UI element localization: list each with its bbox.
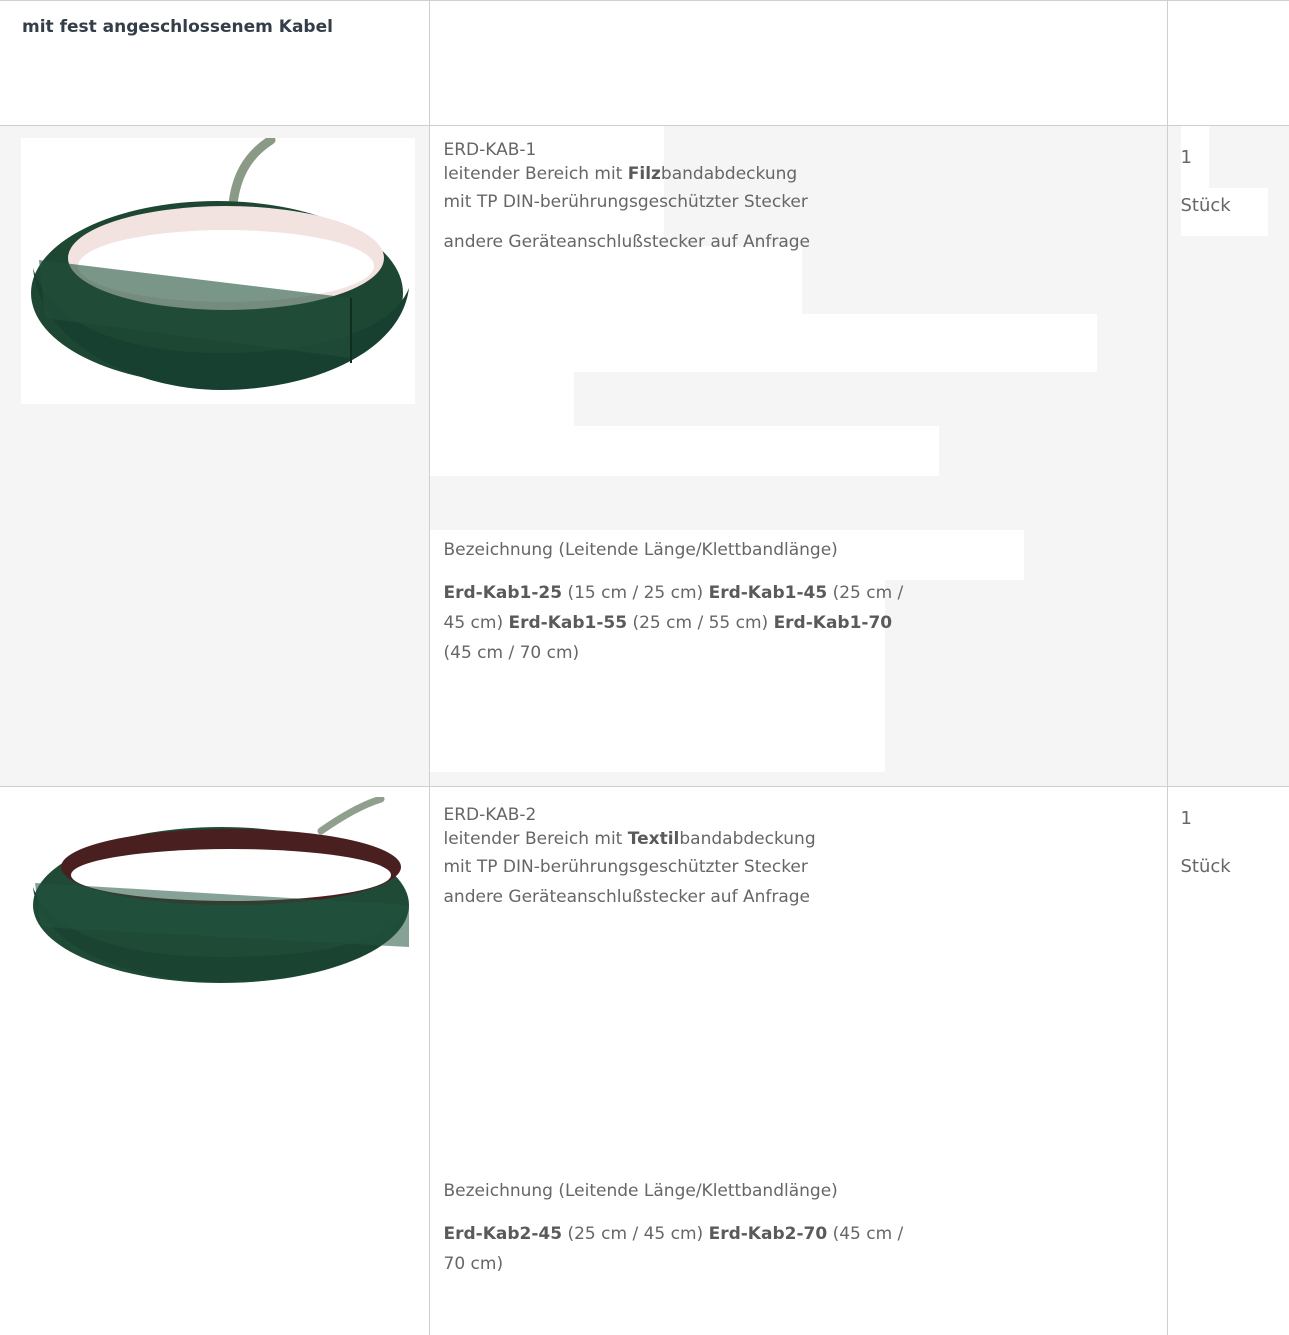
product-code: ERD-KAB-1 xyxy=(443,139,537,160)
product-table: mit fest angeschlossenem Kabel ERD-KAB-1… xyxy=(0,1,1289,1335)
quantity-number: 1 xyxy=(1180,807,1192,829)
variant-name: Erd-Kab1-70 xyxy=(773,612,893,633)
variant-dims: (45 cm / 70 cm) xyxy=(443,642,580,663)
product-code: ERD-KAB-2 xyxy=(443,804,537,825)
quantity-cell: 1 Stück xyxy=(1168,125,1289,236)
variant-dims: (15 cm / 25 cm) xyxy=(567,582,704,603)
textile-grounding-band-illustration xyxy=(33,796,409,983)
variant-list: Erd-Kab1-25 (15 cm / 25 cm) Erd-Kab1-45 … xyxy=(444,578,904,668)
variant-name: Erd-Kab2-45 xyxy=(443,1223,563,1244)
product-alt-connector-line: andere Geräteanschlußstecker auf Anfrage xyxy=(443,231,811,252)
product-description: ERD-KAB-1 leitender Bereich mit Filzband… xyxy=(429,125,1167,772)
product-coverage-line: leitender Bereich mit Textilbandabdeckun… xyxy=(443,828,816,849)
spec-heading: Bezeichnung (Leitende Länge/Klettbandlän… xyxy=(443,1180,838,1201)
product-coverage-line: leitender Bereich mit Filzbandabdeckung xyxy=(443,163,798,184)
variant-name: Erd-Kab2-70 xyxy=(708,1223,828,1244)
section-title: mit fest angeschlossenem Kabel xyxy=(22,17,333,37)
product-alt-connector-line: andere Geräteanschlußstecker auf Anfrage xyxy=(443,886,811,907)
variant-dims: (25 cm / 45 cm) xyxy=(567,1223,704,1244)
felt-grounding-band-illustration xyxy=(31,137,409,390)
quantity-unit: Stück xyxy=(1180,855,1231,877)
variant-name: Erd-Kab1-45 xyxy=(708,582,828,603)
variant-list: Erd-Kab2-45 (25 cm / 45 cm) Erd-Kab2-70 … xyxy=(444,1219,904,1279)
table-row: ERD-KAB-2 leitender Bereich mit Textilba… xyxy=(0,786,1289,1335)
table-header-row: mit fest angeschlossenem Kabel xyxy=(0,1,1289,126)
spec-heading: Bezeichnung (Leitende Länge/Klettbandlän… xyxy=(443,539,838,560)
product-table-page: mit fest angeschlossenem Kabel ERD-KAB-1… xyxy=(0,0,1289,1335)
product-connector-line: mit TP DIN-berührungsgeschützter Stecker xyxy=(443,856,808,877)
quantity-number: 1 xyxy=(1180,146,1192,168)
quantity-cell: 1 Stück xyxy=(1168,787,1289,881)
quantity-unit: Stück xyxy=(1180,194,1231,216)
table-row: ERD-KAB-1 leitender Bereich mit Filzband… xyxy=(0,125,1289,787)
product-connector-line: mit TP DIN-berührungsgeschützter Stecker xyxy=(443,191,808,212)
variant-name: Erd-Kab1-25 xyxy=(443,582,563,603)
variant-dims: (25 cm / 55 cm) xyxy=(632,612,769,633)
product-description: ERD-KAB-2 leitender Bereich mit Textilba… xyxy=(430,787,1167,1279)
variant-name: Erd-Kab1-55 xyxy=(508,612,628,633)
product-image-felt-band xyxy=(21,137,415,404)
product-image-textile-band xyxy=(21,796,415,997)
